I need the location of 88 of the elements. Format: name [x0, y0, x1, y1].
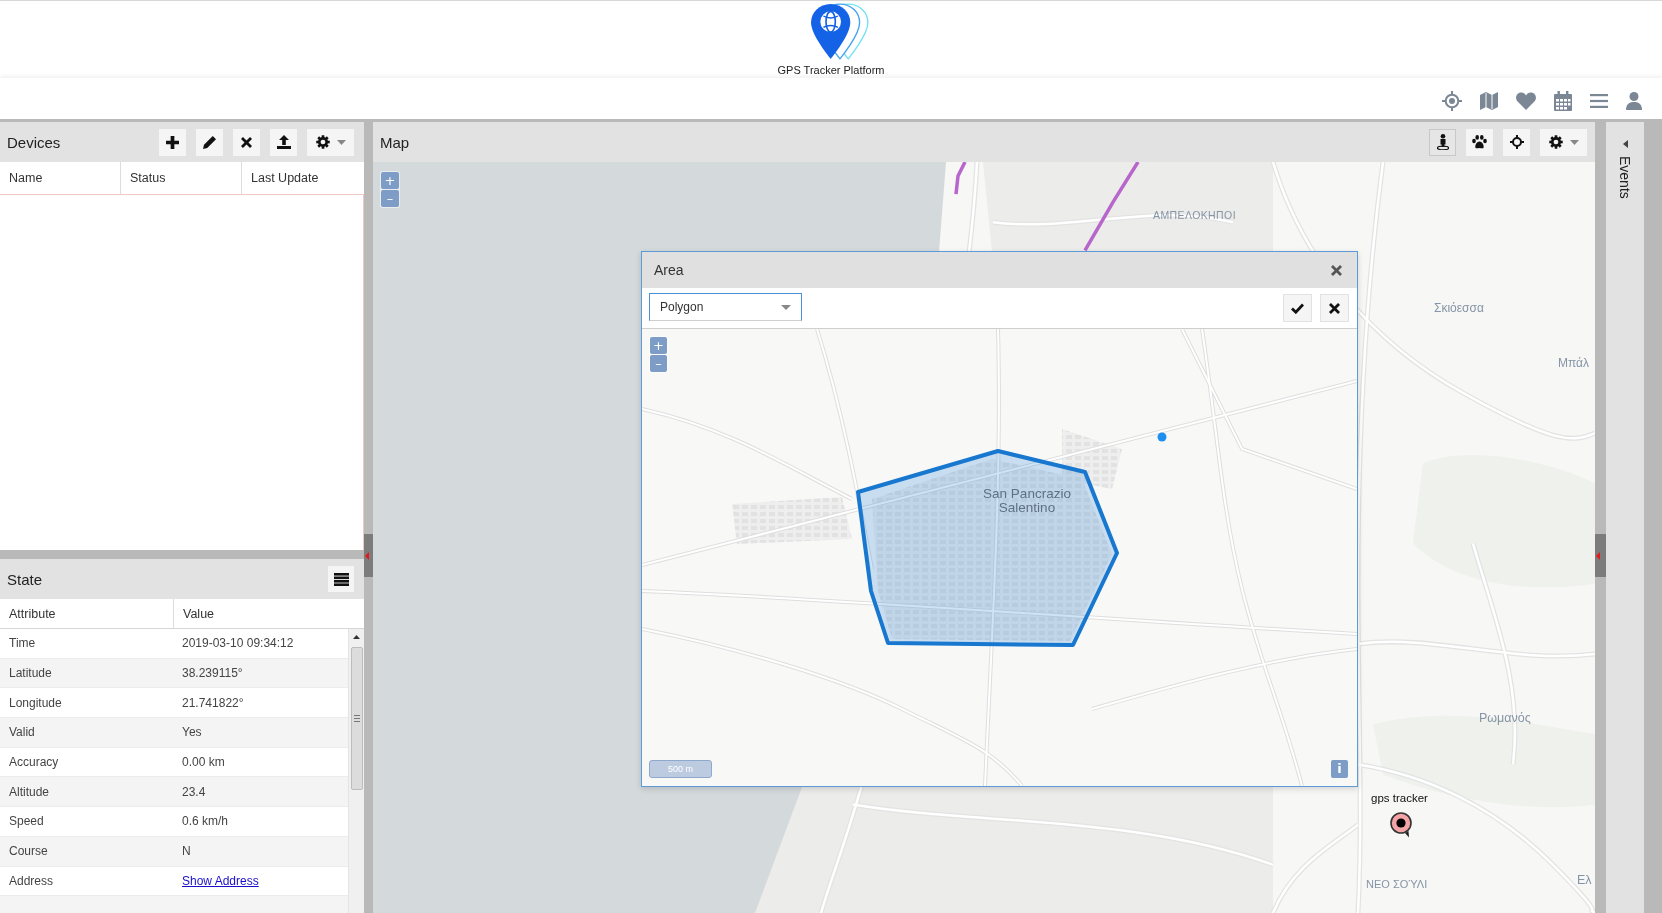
table-row[interactable]: Address Show Address	[0, 866, 348, 897]
gear-icon	[315, 135, 330, 149]
brand-name: GPS Tracker Platform	[777, 64, 885, 77]
panel-title: Map	[380, 133, 411, 151]
paw-button[interactable]	[1466, 128, 1493, 156]
dialog-title: Area	[654, 262, 684, 278]
marker-icon[interactable]	[1390, 812, 1414, 838]
link[interactable]: Show Address	[182, 873, 259, 888]
list-button[interactable]	[328, 566, 354, 592]
place-label: Σκιόεσσα	[1434, 302, 1484, 316]
confirm-button[interactable]	[1283, 294, 1312, 322]
check-icon	[1291, 302, 1304, 314]
crosshair-button[interactable]	[1503, 128, 1530, 156]
place-label: Ρωμανός	[1479, 711, 1531, 726]
paw-icon	[1472, 135, 1487, 149]
dot-icon	[1157, 432, 1167, 442]
person-icon	[1436, 134, 1449, 150]
menu-icon[interactable]	[1590, 93, 1608, 108]
table-cell-text: Altitude	[8, 783, 51, 801]
table-cell-text: Address	[8, 872, 55, 890]
splitter-handle[interactable]	[364, 534, 373, 577]
table-cell-text: Latitude	[8, 665, 53, 683]
plus-icon	[166, 135, 179, 149]
upload-icon	[276, 135, 291, 149]
cancel-button[interactable]	[1320, 294, 1349, 322]
events-panel[interactable]: Events	[1606, 122, 1644, 913]
type-select[interactable]: Polygon	[649, 293, 802, 321]
table-cell-text: Yes	[181, 724, 203, 742]
close-icon	[241, 136, 252, 148]
arrow-icon	[1596, 551, 1600, 560]
table-cell-text: Accuracy	[8, 754, 60, 772]
table-cell-text: 2019-03-10 09:34:12	[181, 635, 295, 653]
caret-icon	[336, 139, 346, 145]
column-header[interactable]: Attribute	[0, 599, 174, 628]
panel-title: State	[7, 570, 44, 588]
arrow-icon	[365, 551, 369, 560]
column-header[interactable]: Last Update	[242, 162, 364, 194]
table-row[interactable]: Longitude 21.741822°	[0, 688, 348, 719]
settings-button[interactable]	[307, 128, 354, 156]
calendar-icon[interactable]	[1554, 90, 1572, 111]
remove-button[interactable]	[233, 128, 260, 156]
table-cell-text: Course	[8, 843, 49, 861]
settings-button[interactable]	[1540, 128, 1587, 156]
place-label: ΑΜΠΕΛΟΚΗΠΟΙ	[1153, 209, 1236, 222]
panel-title: Devices	[7, 133, 62, 151]
caret-icon	[1569, 139, 1579, 145]
target-icon[interactable]	[1442, 90, 1462, 111]
pencil-icon	[203, 135, 216, 149]
person-toggle-button[interactable]	[1429, 128, 1456, 156]
table-cell-text: 0.00 km	[181, 754, 226, 772]
gear-icon	[1548, 135, 1563, 149]
place-label: Ελ	[1577, 873, 1592, 888]
add-button[interactable]	[159, 128, 186, 156]
table-cell-text: Time	[8, 635, 37, 653]
table-cell-text: Speed	[8, 813, 45, 831]
edit-button[interactable]	[196, 128, 223, 156]
scrollbar-track[interactable]	[348, 629, 364, 913]
caret-icon	[781, 304, 791, 310]
marker-label: gps tracker	[1371, 792, 1428, 806]
column-header[interactable]: Value	[174, 599, 364, 628]
map-icon[interactable]	[1480, 91, 1498, 110]
scale-bar: 500 m	[649, 760, 712, 778]
table-cell-text: 23.4	[181, 783, 207, 801]
splitter-handle[interactable]	[1595, 534, 1606, 577]
crosshair-icon	[1509, 135, 1524, 149]
list-icon	[333, 572, 349, 586]
place-label: San Pancrazio Salentino	[982, 487, 1072, 515]
table-cell-text: N	[181, 843, 192, 861]
table-cell-text: Valid	[8, 724, 36, 742]
close-icon	[1329, 302, 1340, 314]
panel-title: Events	[1617, 156, 1633, 199]
upload-button[interactable]	[270, 128, 297, 156]
place-label: ΝΕΟ ΣΟΎΛΙ	[1366, 878, 1428, 891]
place-label: Μπάλ	[1558, 357, 1590, 371]
table-cell-text: 0.6 km/h	[181, 813, 230, 831]
caret-icon[interactable]	[1622, 140, 1628, 148]
table-cell-text: 38.239115°	[181, 665, 244, 683]
scrollbar-thumb[interactable]	[350, 647, 363, 790]
table-cell-text: Longitude	[8, 694, 63, 712]
close-icon[interactable]	[1331, 264, 1342, 276]
table-row[interactable]: Speed 0.6 km/h	[0, 807, 348, 837]
table-row[interactable]: Accuracy 0.00 km	[0, 747, 348, 778]
table-cell-text: 21.741822°	[181, 694, 245, 712]
user-icon[interactable]	[1626, 91, 1642, 110]
heart-icon[interactable]	[1516, 91, 1536, 110]
logo-icon	[810, 3, 872, 60]
table-row[interactable]: Time 2019-03-10 09:34:12	[0, 629, 348, 659]
caret-icon[interactable]	[353, 635, 360, 639]
